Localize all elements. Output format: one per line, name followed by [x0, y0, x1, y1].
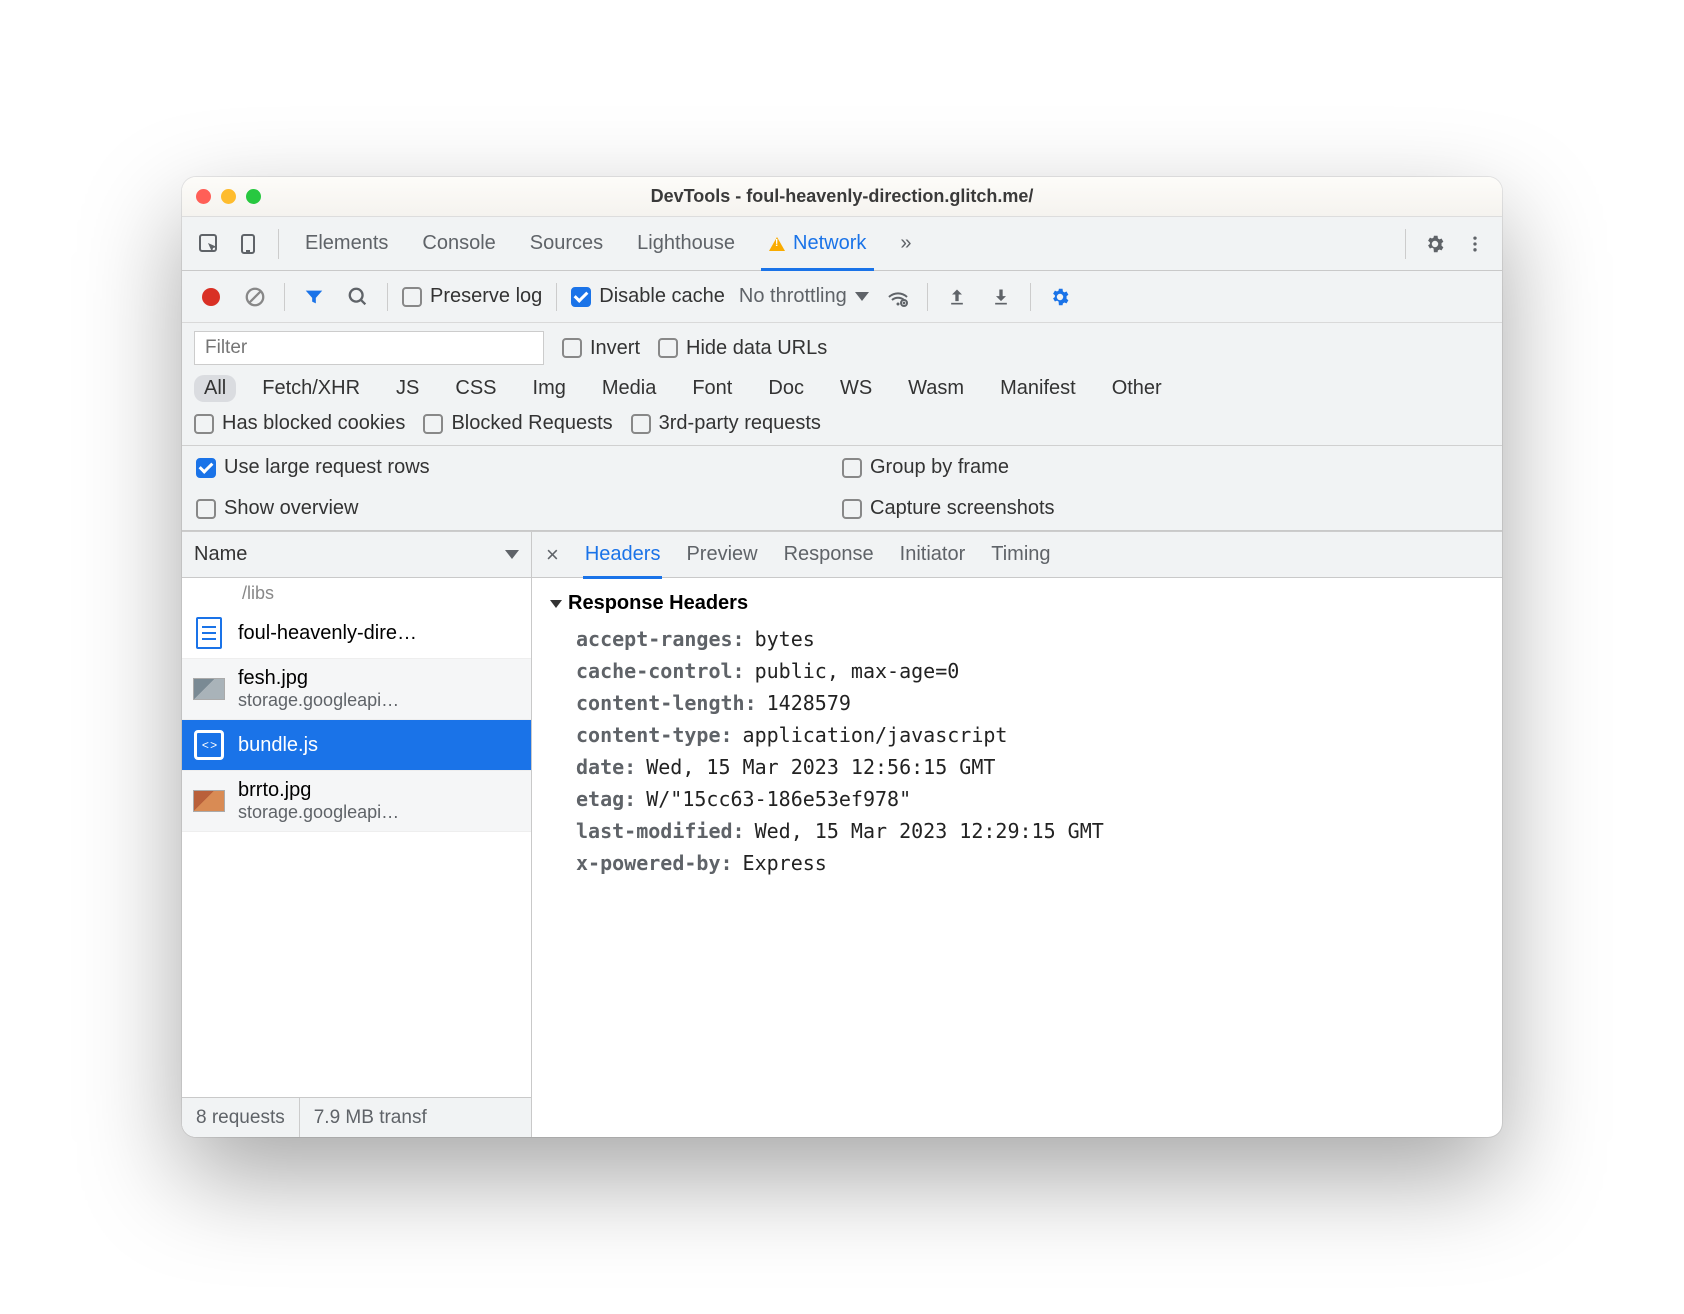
document-icon: [196, 617, 222, 649]
requests-count: 8 requests: [182, 1098, 300, 1137]
type-filter-img[interactable]: Img: [523, 375, 576, 402]
tab-lighthouse[interactable]: Lighthouse: [623, 217, 749, 270]
image-thumbnail-icon: [193, 790, 225, 812]
tab-console[interactable]: Console: [408, 217, 509, 270]
titlebar: DevTools - foul-heavenly-direction.glitc…: [182, 177, 1502, 217]
filter-bar: Invert Hide data URLs All Fetch/XHR JS C…: [182, 323, 1502, 446]
type-filter-manifest[interactable]: Manifest: [990, 375, 1086, 402]
checkbox-checked-icon: [571, 287, 591, 307]
header-row: last-modifiedWed, 15 Mar 2023 12:29:15 G…: [576, 819, 1484, 843]
chevron-down-icon: [505, 550, 519, 559]
type-filter-ws[interactable]: WS: [830, 375, 882, 402]
request-details-panel: × Headers Preview Response Initiator Tim…: [532, 532, 1502, 1137]
name-column-header[interactable]: Name: [182, 532, 531, 578]
close-details-button[interactable]: ×: [546, 542, 559, 568]
group-by-frame-checkbox[interactable]: Group by frame: [842, 456, 1488, 479]
details-tabs: × Headers Preview Response Initiator Tim…: [532, 532, 1502, 578]
type-filter-other[interactable]: Other: [1102, 375, 1172, 402]
request-row[interactable]: brrto.jpgstorage.googleapi…: [182, 771, 531, 832]
status-bar: 8 requests 7.9 MB transf: [182, 1097, 531, 1137]
main-split: Name /libs foul-heavenly-dire… fesh.jpgs…: [182, 531, 1502, 1137]
request-row[interactable]: foul-heavenly-dire…: [182, 608, 531, 659]
more-tabs-button[interactable]: »: [886, 217, 925, 270]
response-headers-section[interactable]: Response Headers: [550, 592, 1484, 615]
device-toolbar-icon[interactable]: [232, 227, 266, 261]
chevron-down-icon: [855, 292, 869, 301]
upload-har-icon[interactable]: [942, 282, 972, 312]
type-filter-wasm[interactable]: Wasm: [898, 375, 974, 402]
header-row: dateWed, 15 Mar 2023 12:56:15 GMT: [576, 755, 1484, 779]
header-row: cache-controlpublic, max-age=0: [576, 659, 1484, 683]
inspect-element-icon[interactable]: [192, 227, 226, 261]
invert-checkbox[interactable]: Invert: [562, 337, 640, 360]
warning-icon: [769, 237, 785, 251]
tab-sources[interactable]: Sources: [516, 217, 617, 270]
tab-initiator[interactable]: Initiator: [900, 543, 966, 566]
script-icon: [194, 730, 224, 760]
tab-headers[interactable]: Headers: [585, 543, 661, 566]
type-filter-doc[interactable]: Doc: [758, 375, 814, 402]
header-row: accept-rangesbytes: [576, 627, 1484, 651]
type-filter-all[interactable]: All: [194, 375, 236, 402]
download-har-icon[interactable]: [986, 282, 1016, 312]
record-icon: [202, 288, 220, 306]
clear-button[interactable]: [240, 282, 270, 312]
kebab-menu-icon[interactable]: [1458, 227, 1492, 261]
throttling-select[interactable]: No throttling: [739, 285, 869, 308]
hide-data-urls-checkbox[interactable]: Hide data URLs: [658, 337, 827, 360]
preserve-log-checkbox[interactable]: Preserve log: [402, 285, 542, 308]
large-rows-checkbox[interactable]: Use large request rows: [196, 456, 842, 479]
tab-timing[interactable]: Timing: [991, 543, 1050, 566]
search-icon[interactable]: [343, 282, 373, 312]
request-row[interactable]: fesh.jpgstorage.googleapi…: [182, 659, 531, 720]
divider: [1405, 229, 1406, 259]
checkbox-icon: [402, 287, 422, 307]
type-filter-fetchxhr[interactable]: Fetch/XHR: [252, 375, 370, 402]
header-row: etagW/"15cc63-186e53ef978": [576, 787, 1484, 811]
network-options: Use large request rows Group by frame Sh…: [182, 446, 1502, 531]
type-filter-media[interactable]: Media: [592, 375, 666, 402]
header-row: content-length1428579: [576, 691, 1484, 715]
disclosure-triangle-icon: [550, 600, 562, 608]
tab-elements[interactable]: Elements: [291, 217, 402, 270]
headers-pane: Response Headers accept-rangesbytes cach…: [532, 578, 1502, 1137]
disable-cache-checkbox[interactable]: Disable cache: [571, 285, 725, 308]
request-row-selected[interactable]: bundle.js: [182, 720, 531, 771]
type-filter-font[interactable]: Font: [682, 375, 742, 402]
window-title: DevTools - foul-heavenly-direction.glitc…: [182, 186, 1502, 207]
network-toolbar: Preserve log Disable cache No throttling: [182, 271, 1502, 323]
tab-network[interactable]: Network: [755, 217, 880, 270]
list-item[interactable]: /libs: [182, 578, 531, 608]
tab-response[interactable]: Response: [784, 543, 874, 566]
filter-input[interactable]: [194, 331, 544, 365]
record-button[interactable]: [196, 282, 226, 312]
tab-preview[interactable]: Preview: [686, 543, 757, 566]
settings-icon[interactable]: [1418, 227, 1452, 261]
network-conditions-icon[interactable]: [883, 282, 913, 312]
devtools-window: DevTools - foul-heavenly-direction.glitc…: [182, 177, 1502, 1137]
blocked-requests-checkbox[interactable]: Blocked Requests: [423, 412, 612, 435]
request-list: /libs foul-heavenly-dire… fesh.jpgstorag…: [182, 578, 531, 1097]
type-filter-js[interactable]: JS: [386, 375, 429, 402]
show-overview-checkbox[interactable]: Show overview: [196, 497, 842, 520]
filter-toggle-icon[interactable]: [299, 282, 329, 312]
request-list-panel: Name /libs foul-heavenly-dire… fesh.jpgs…: [182, 532, 532, 1137]
capture-screenshots-checkbox[interactable]: Capture screenshots: [842, 497, 1488, 520]
third-party-checkbox[interactable]: 3rd-party requests: [631, 412, 821, 435]
image-thumbnail-icon: [193, 678, 225, 700]
has-blocked-cookies-checkbox[interactable]: Has blocked cookies: [194, 412, 405, 435]
transferred-size: 7.9 MB transf: [300, 1098, 441, 1137]
divider: [278, 229, 279, 259]
header-row: x-powered-byExpress: [576, 851, 1484, 875]
network-settings-icon[interactable]: [1045, 282, 1075, 312]
header-row: content-typeapplication/javascript: [576, 723, 1484, 747]
type-filter-css[interactable]: CSS: [445, 375, 506, 402]
panel-tabs: Elements Console Sources Lighthouse Netw…: [182, 217, 1502, 271]
